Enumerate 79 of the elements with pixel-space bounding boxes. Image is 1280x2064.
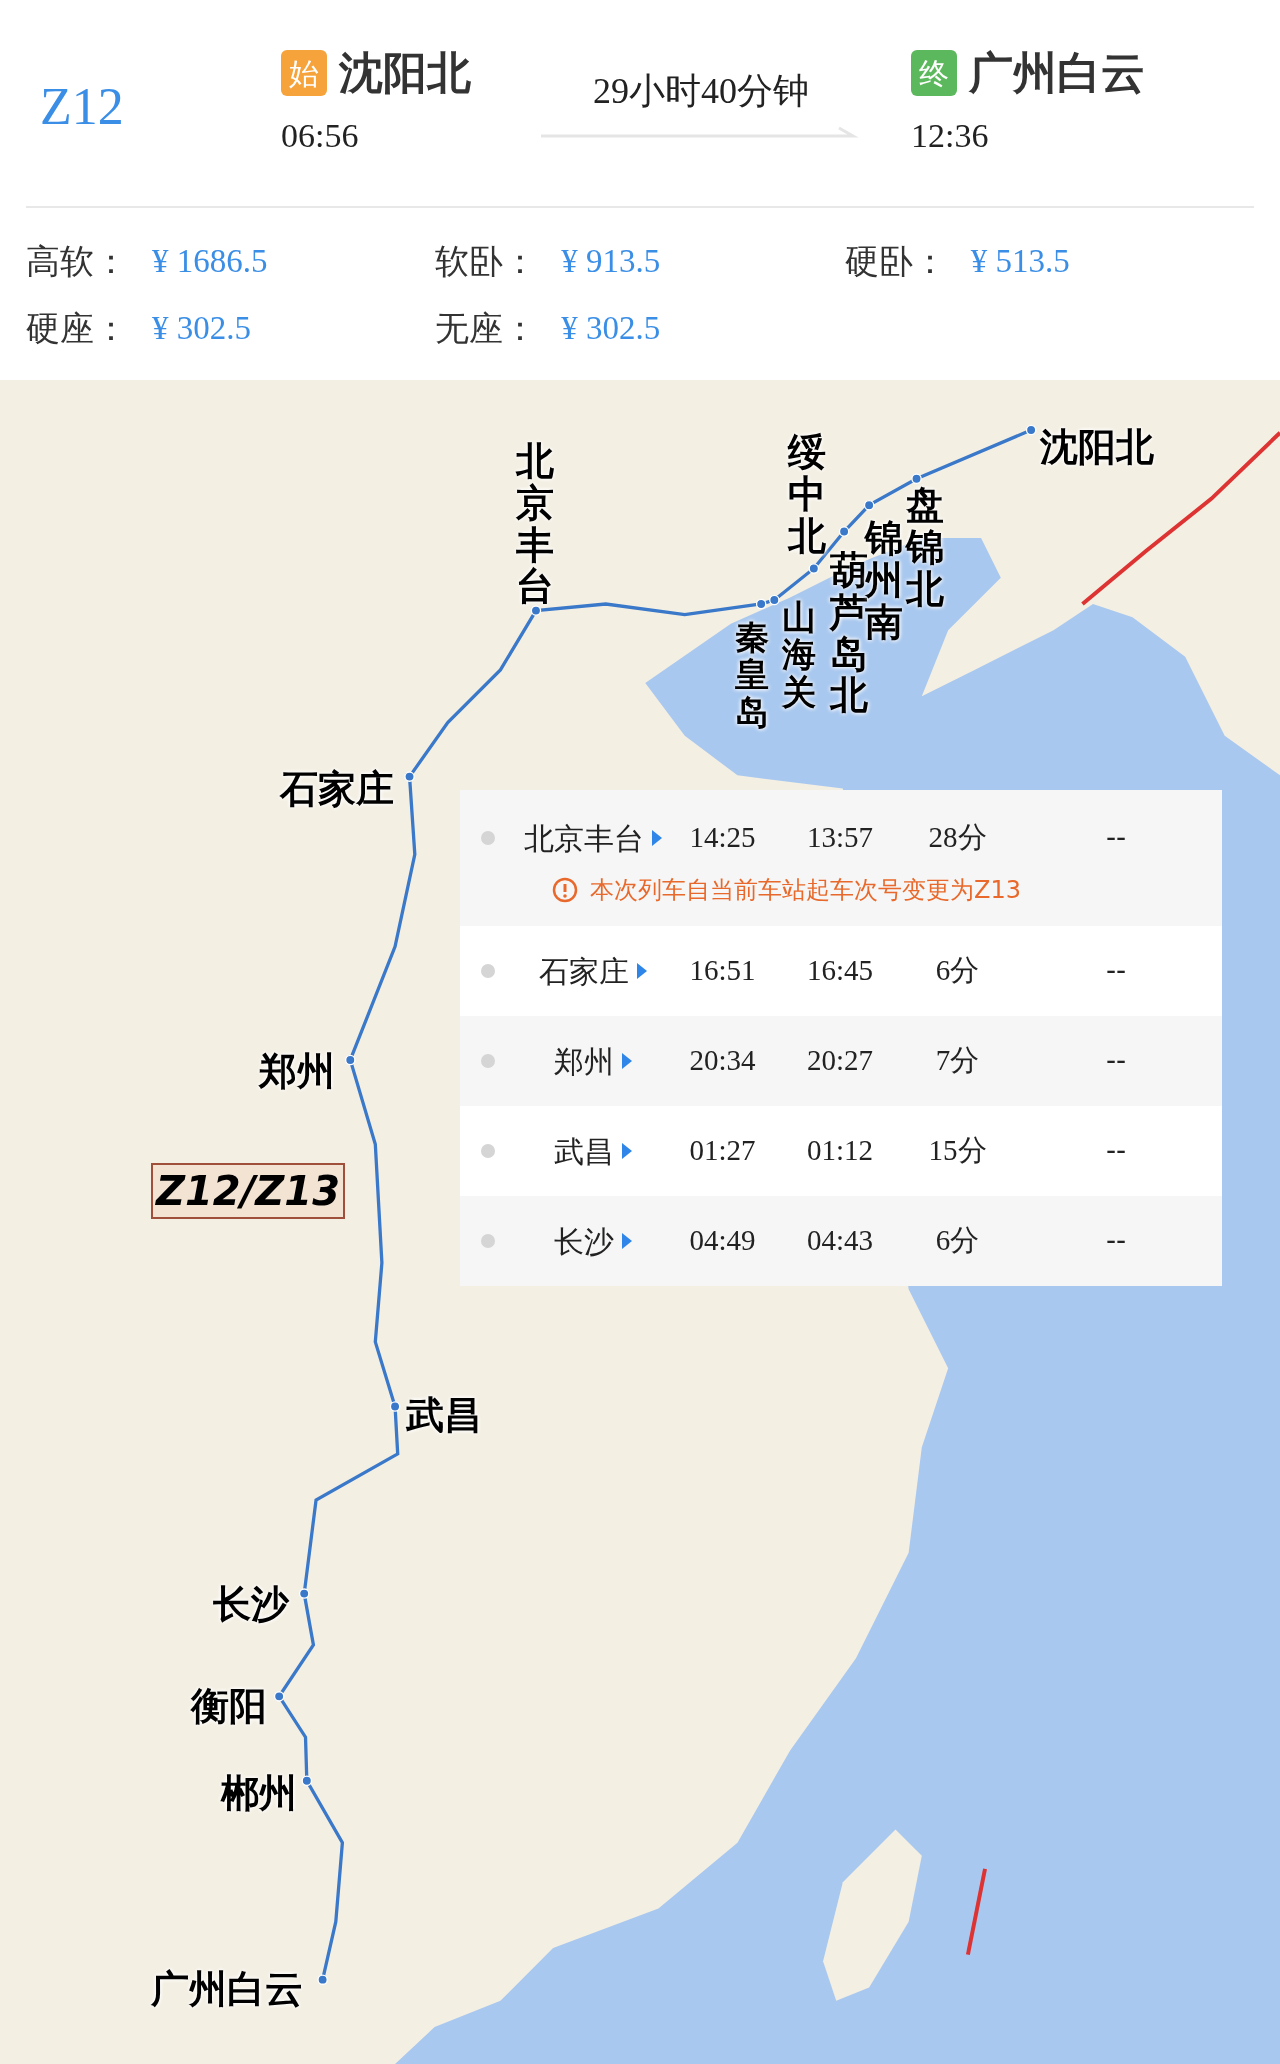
depart-time: 01:12 [805, 1133, 875, 1169]
station-dot [530, 605, 542, 616]
station-dot [404, 771, 415, 782]
station-dot [345, 1054, 356, 1066]
station-label: 沈阳北 [1040, 424, 1154, 471]
station-dot [1025, 424, 1037, 436]
caret-right-icon [621, 1143, 632, 1159]
station-dot [273, 1691, 285, 1702]
table-cell-text: -- [1104, 1043, 1128, 1079]
stop-duration: 15分 [927, 1133, 988, 1169]
station-link[interactable]: 北京丰台 [515, 815, 670, 861]
price-text: ¥ 302.5 [561, 308, 661, 348]
depart-time: 04:43 [805, 1223, 875, 1259]
price-text: ¥ 302.5 [152, 308, 251, 348]
station-label: 秦皇岛 [735, 619, 769, 732]
caret-right-icon [621, 1053, 632, 1069]
station-label: 山海关 [782, 599, 816, 712]
duration-text: 29小时40分钟 [593, 70, 809, 113]
station-dot [769, 594, 780, 606]
seat-label: 高软： [26, 240, 128, 283]
depart-time: 13:57 [805, 820, 875, 856]
arrive-time: 16:51 [688, 953, 757, 989]
station-dot [389, 1401, 401, 1412]
table-cell-text: -- [1104, 953, 1128, 989]
depart-time: 16:45 [805, 953, 875, 989]
station-name: 沈阳北 [339, 46, 471, 100]
seat-label: 硬座： [26, 307, 128, 350]
station-label: 石家庄 [280, 766, 394, 813]
station-label: 郴州 [221, 1770, 297, 1817]
station-dot [863, 499, 875, 511]
caret-right-icon [621, 1233, 632, 1249]
price-text: ¥ 913.5 [561, 241, 661, 281]
table-cell-text: -- [1104, 820, 1128, 856]
depart-time: 20:27 [805, 1043, 875, 1079]
notice-text: 本次列车自当前车站起车次号变更为Z13 [590, 875, 1021, 906]
train-number: Z12 [39, 77, 125, 137]
caret-right-icon [651, 830, 662, 846]
station-name: 广州白云 [969, 46, 1145, 100]
station-label: 绥中北 [788, 432, 826, 558]
departure-time: 12:36 [911, 116, 990, 156]
stop-duration: 7分 [934, 1043, 981, 1079]
station-dot [298, 1588, 310, 1599]
station-badge: 始 [281, 50, 327, 96]
station-link[interactable]: 武昌 [515, 1128, 670, 1174]
caret-right-icon [636, 963, 647, 979]
station-label: 衡阳 [191, 1683, 267, 1730]
station-label: 郑州 [259, 1048, 335, 1095]
station-dot [317, 1974, 328, 1985]
route-badge: Z12/Z13 [151, 1163, 345, 1219]
station-dot [911, 473, 922, 485]
arrive-time: 04:49 [688, 1223, 757, 1259]
station-dot [755, 598, 767, 610]
station-dot [301, 1775, 313, 1786]
price-text: ¥ 1686.5 [152, 241, 268, 281]
seat-label: 硬卧： [844, 240, 947, 283]
price-text: ¥ 513.5 [970, 241, 1070, 281]
table-cell-text: -- [1104, 1223, 1128, 1259]
seat-label: 软卧： [435, 240, 538, 283]
stop-duration: 6分 [934, 953, 981, 989]
station-label: 长沙 [213, 1581, 289, 1628]
seat-label: 无座： [435, 307, 538, 350]
table-cell-text: -- [1104, 1133, 1128, 1169]
departure-time: 06:56 [281, 116, 360, 156]
stop-duration: 6分 [934, 1223, 981, 1259]
stop-duration: 28分 [927, 820, 988, 856]
station-label: 北京丰台 [516, 441, 554, 609]
station-label: 武昌 [406, 1392, 482, 1439]
arrive-time: 01:27 [688, 1133, 757, 1169]
station-badge: 终 [911, 50, 957, 96]
station-link[interactable]: 长沙 [515, 1218, 670, 1264]
station-link[interactable]: 石家庄 [515, 948, 670, 994]
arrive-time: 14:25 [688, 820, 757, 856]
warning-icon [552, 877, 578, 903]
station-label: 盘锦北 [906, 485, 944, 611]
station-link[interactable]: 郑州 [515, 1038, 670, 1084]
station-dot [808, 563, 820, 574]
station-label: 广州白云 [151, 1966, 303, 2013]
station-dot [838, 526, 850, 537]
arrive-time: 20:34 [688, 1043, 757, 1079]
